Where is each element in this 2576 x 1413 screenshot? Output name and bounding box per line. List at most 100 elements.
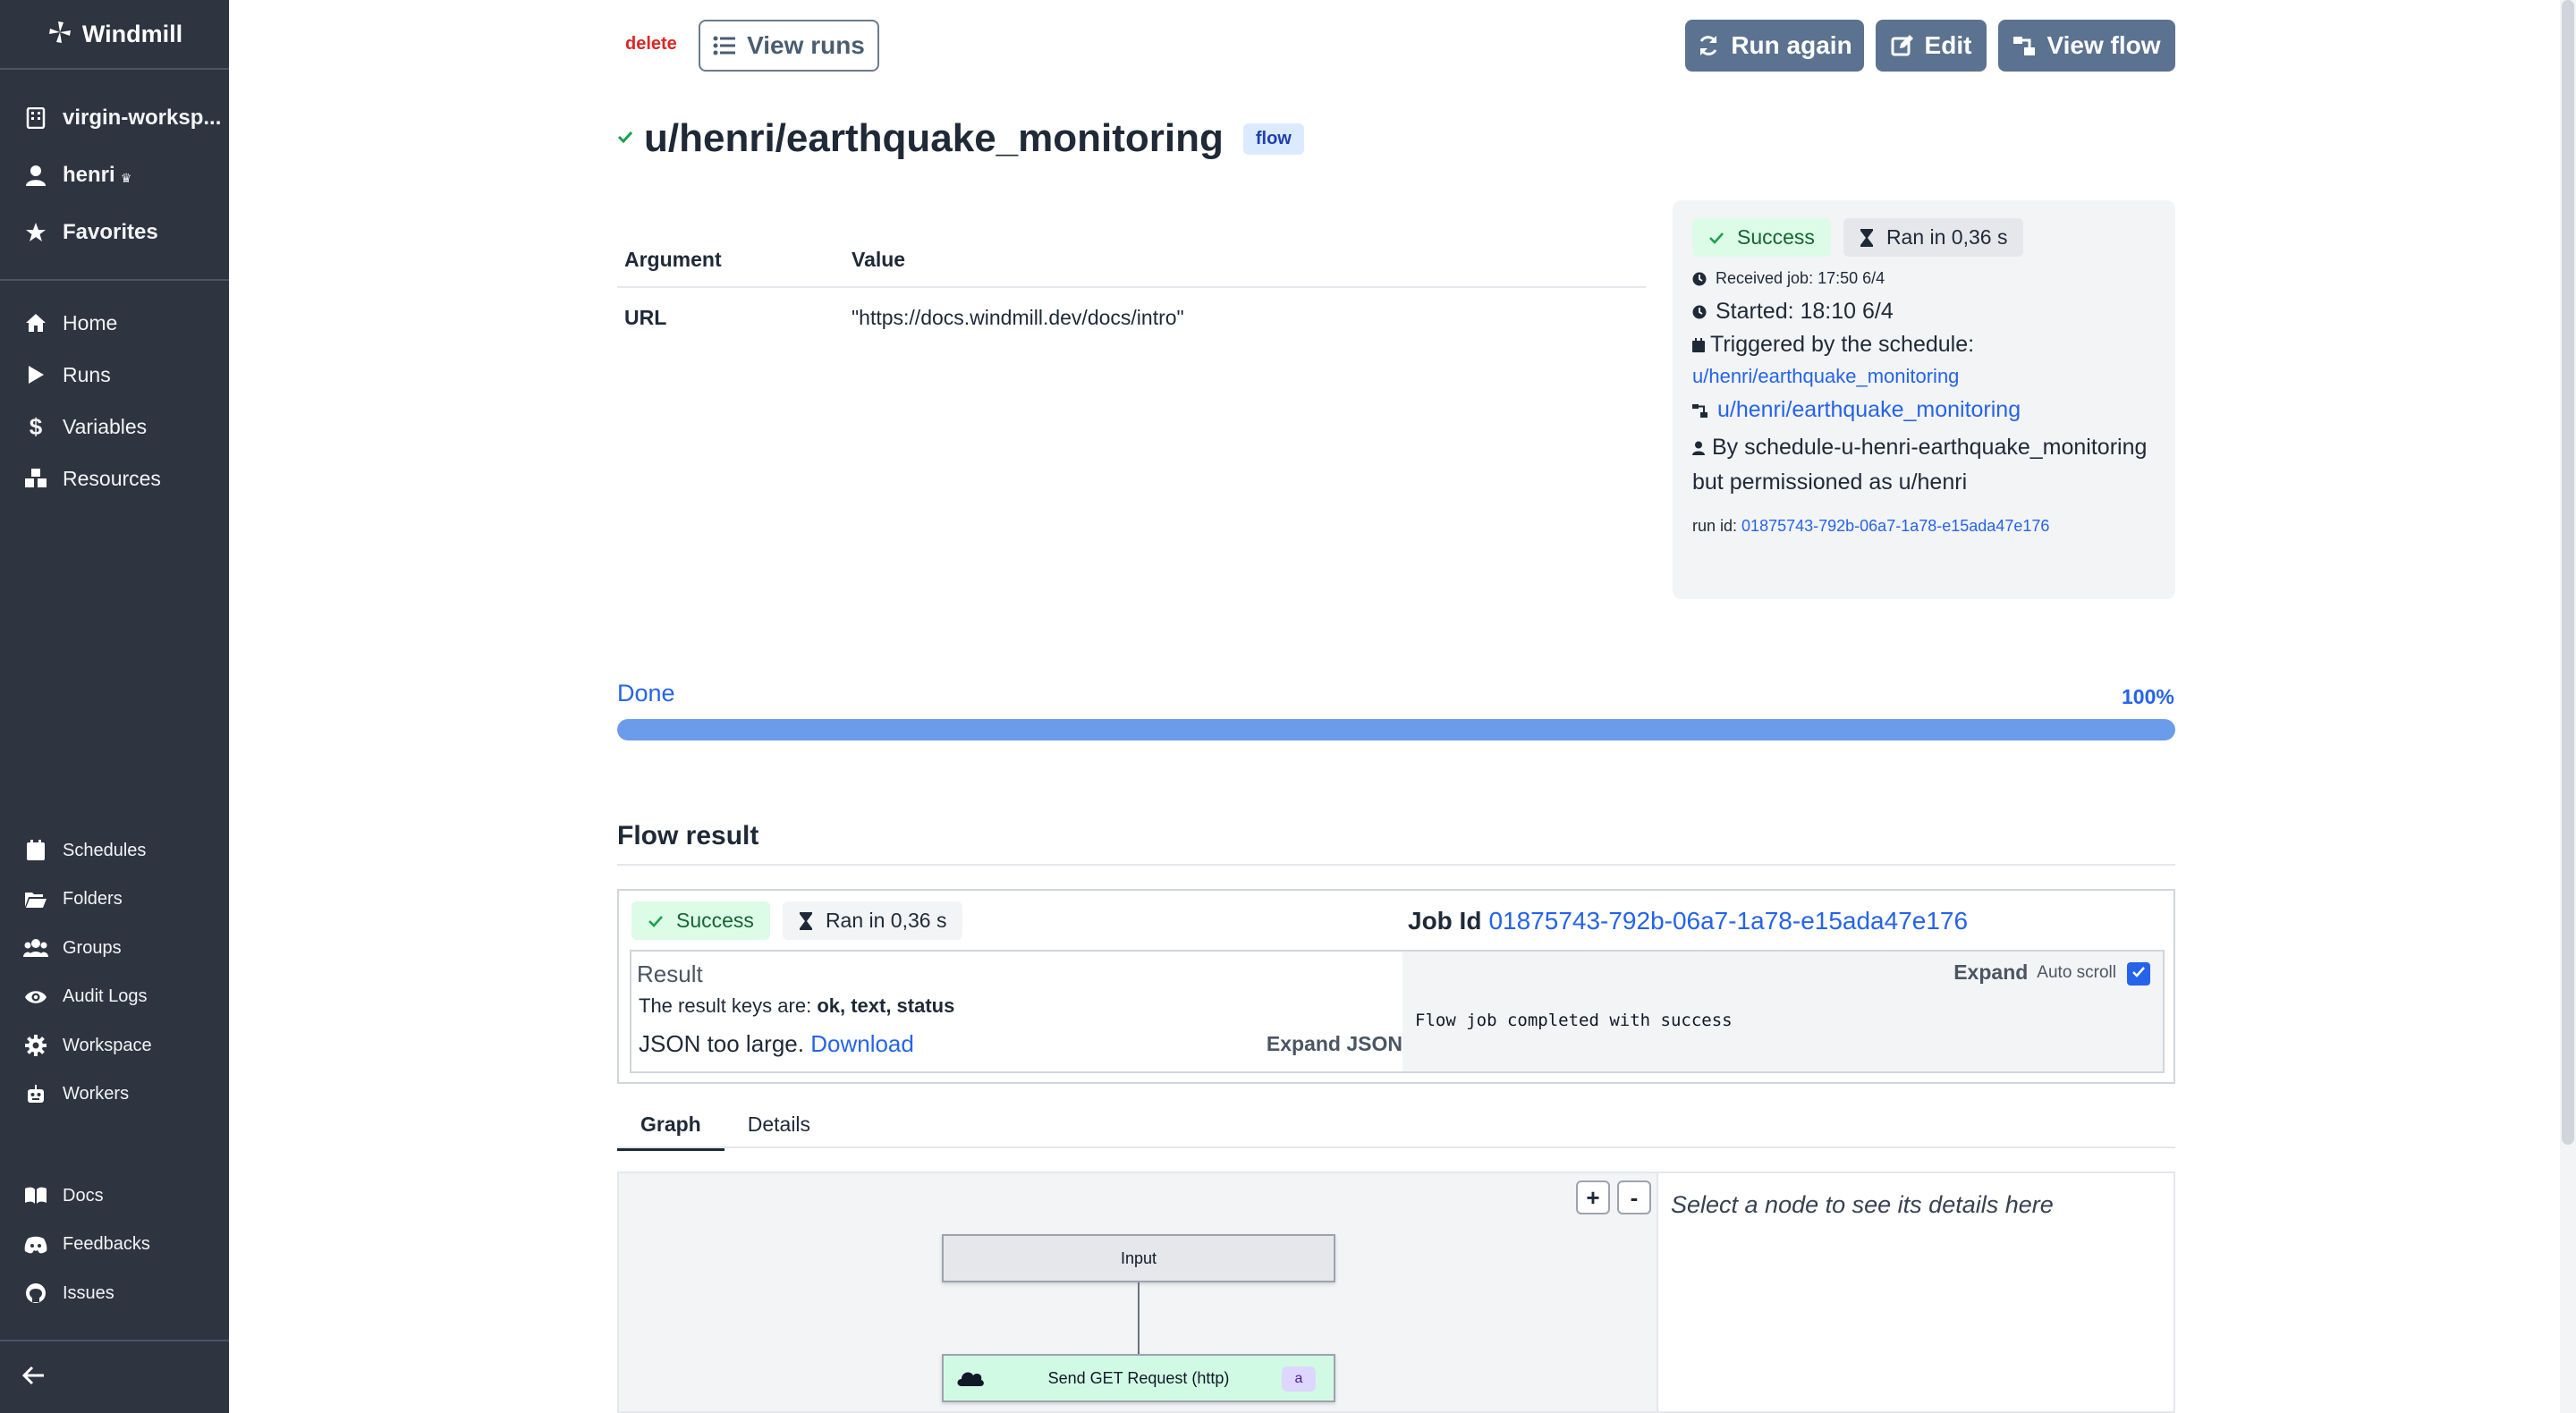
edit-label: Edit: [1924, 31, 1972, 59]
expand-json-button[interactable]: Expand JSON: [1267, 1032, 1402, 1056]
triggered-text: Triggered by the schedule:: [1710, 332, 1975, 357]
sidebar-item-label: Favorites: [63, 220, 158, 244]
graph-node-input[interactable]: Input: [942, 1234, 1335, 1282]
workspace-menu[interactable]: virgin-worksp...: [0, 91, 229, 145]
page-scrollbar[interactable]: [2560, 0, 2576, 1413]
result-keys: The result keys are: ok, text, status: [639, 994, 954, 1018]
scrollbar-thumb[interactable]: [2562, 0, 2574, 1145]
log-controls: Expand Auto scroll: [1953, 960, 2116, 985]
sidebar-item-workspace[interactable]: Workspace: [0, 1021, 229, 1070]
result-keys-list: ok, text, status: [817, 994, 955, 1017]
expand-button[interactable]: Expand: [1953, 960, 2028, 985]
brand-name: Windmill: [81, 20, 183, 47]
received-line: Received job: 17:50 6/4: [1692, 269, 2156, 288]
view-flow-label: View flow: [2046, 31, 2161, 59]
flow-link-line: u/henri/earthquake_monitoring: [1692, 397, 2156, 423]
building-icon: [23, 106, 48, 131]
tab-graph[interactable]: Graph: [617, 1107, 724, 1151]
dollar-icon: $: [29, 412, 43, 440]
status-label: Success: [676, 909, 754, 932]
sidebar-item-label: Resources: [63, 466, 161, 490]
clock-icon: [1692, 305, 1707, 319]
crown-icon: ♛: [120, 170, 132, 185]
run-again-button[interactable]: Run again: [1685, 20, 1864, 72]
started-text: Started: 18:10 6/4: [1716, 299, 1894, 324]
sidebar-item-label: Workers: [63, 1084, 130, 1104]
sidebar-item-variables[interactable]: $ Variables: [0, 401, 229, 453]
sidebar-divider: [0, 279, 229, 281]
json-too-large: JSON too large. Download: [639, 1030, 914, 1058]
job-id-row: Job Id 01875743-792b-06a7-1a78-e15ada47e1…: [1408, 907, 1968, 935]
progress-status: Done: [617, 680, 675, 706]
user-name: henri: [63, 163, 115, 187]
arrow-left-icon: [21, 1366, 46, 1390]
auto-scroll-checkbox[interactable]: [2127, 962, 2150, 986]
duration-badge: Ran in 0,36 s: [782, 901, 963, 940]
zoom-in-button[interactable]: +: [1576, 1180, 1610, 1214]
run-id-line: run id: 01875743-792b-06a7-1a78-e15ada47…: [1692, 517, 2156, 536]
sidebar-item-resources[interactable]: Resources: [0, 453, 229, 504]
sidebar-item-label: Feedbacks: [63, 1234, 150, 1255]
table-row: URL "https://docs.windmill.dev/docs/intr…: [617, 288, 1646, 347]
triggered-line: Triggered by the schedule:: [1692, 332, 2156, 358]
sidebar-item-docs[interactable]: Docs: [0, 1172, 229, 1221]
node-id-badge: a: [1282, 1366, 1316, 1392]
result-tabs: Graph Details: [617, 1107, 834, 1151]
sidebar-item-label: Groups: [63, 937, 122, 958]
job-id-link[interactable]: 01875743-792b-06a7-1a78-e15ada47e176: [1488, 907, 1968, 935]
column-header-argument: Argument: [624, 247, 722, 271]
result-panels: Result The result keys are: ok, text, st…: [630, 950, 2165, 1073]
brand-logo[interactable]: Windmill: [0, 0, 229, 70]
download-link[interactable]: Download: [810, 1030, 914, 1057]
flow-link[interactable]: u/henri/earthquake_monitoring: [1717, 397, 2021, 423]
sidebar-item-schedules[interactable]: Schedules: [0, 826, 229, 876]
flow-result-box: Success Ran in 0,36 s Job Id 01875743-792…: [617, 889, 2175, 1084]
tab-details[interactable]: Details: [724, 1107, 834, 1151]
sidebar-item-audit-logs[interactable]: Audit Logs: [0, 973, 229, 1022]
graph-node-step[interactable]: Send GET Request (http) a: [942, 1354, 1335, 1402]
sidebar-item-workers[interactable]: Workers: [0, 1070, 229, 1120]
sidebar-item-favorites[interactable]: Favorites: [0, 206, 229, 259]
check-icon: [648, 914, 664, 928]
calendar-icon: [23, 838, 48, 863]
sidebar-admin-nav: Schedules Folders Groups Audit Logs Work…: [0, 826, 229, 1119]
boxes-icon: [23, 466, 48, 491]
schedule-link[interactable]: u/henri/earthquake_monitoring: [1692, 365, 2156, 388]
sidebar-item-home[interactable]: Home: [0, 297, 229, 349]
flow-icon: [2012, 35, 2036, 56]
sidebar-item-issues[interactable]: Issues: [0, 1269, 229, 1318]
sidebar-item-label: Variables: [63, 414, 148, 438]
collapse-sidebar-button[interactable]: [20, 1363, 48, 1392]
view-runs-button[interactable]: View runs: [699, 20, 879, 72]
delete-link[interactable]: delete: [625, 34, 677, 55]
http-icon: [956, 1368, 985, 1392]
sidebar-item-groups[interactable]: Groups: [0, 924, 229, 973]
edit-button[interactable]: Edit: [1876, 20, 1987, 72]
result-panel: Result The result keys are: ok, text, st…: [631, 952, 1402, 1071]
zoom-out-button[interactable]: -: [1617, 1180, 1651, 1214]
page-title: u/henri/earthquake_monitoring: [644, 116, 1224, 160]
book-icon: [23, 1183, 48, 1208]
progress-percent: 100%: [2122, 685, 2174, 708]
duration-label: Ran in 0,36 s: [1885, 225, 2008, 249]
status-badge: Success: [1692, 218, 1831, 257]
view-flow-button[interactable]: View flow: [1998, 20, 2175, 72]
run-id-link[interactable]: 01875743-792b-06a7-1a78-e15ada47e176: [1741, 517, 2049, 535]
eye-icon: [23, 985, 48, 1010]
sidebar-item-label: Audit Logs: [63, 986, 148, 1007]
user-menu[interactable]: henri ♛: [0, 145, 229, 206]
gear-icon: [23, 1033, 48, 1058]
sidebar-item-label: Docs: [63, 1185, 104, 1206]
sidebar-item-folders[interactable]: Folders: [0, 876, 229, 925]
sidebar-item-feedbacks[interactable]: Feedbacks: [0, 1221, 229, 1270]
flow-graph[interactable]: + - Input Send GET Request (http) a: [617, 1172, 1657, 1413]
check-icon: [2131, 966, 2146, 983]
sidebar-item-runs[interactable]: Runs: [0, 349, 229, 401]
log-output: Flow job completed with success: [1415, 1011, 1733, 1030]
column-header-value: Value: [852, 247, 906, 271]
sidebar-top: virgin-worksp... henri ♛ Favorites: [0, 91, 229, 259]
user-icon: [23, 163, 48, 188]
sidebar-item-label: Runs: [63, 362, 111, 386]
sidebar-item-label: Workspace: [63, 1035, 152, 1055]
progress-fill: [617, 719, 2175, 740]
